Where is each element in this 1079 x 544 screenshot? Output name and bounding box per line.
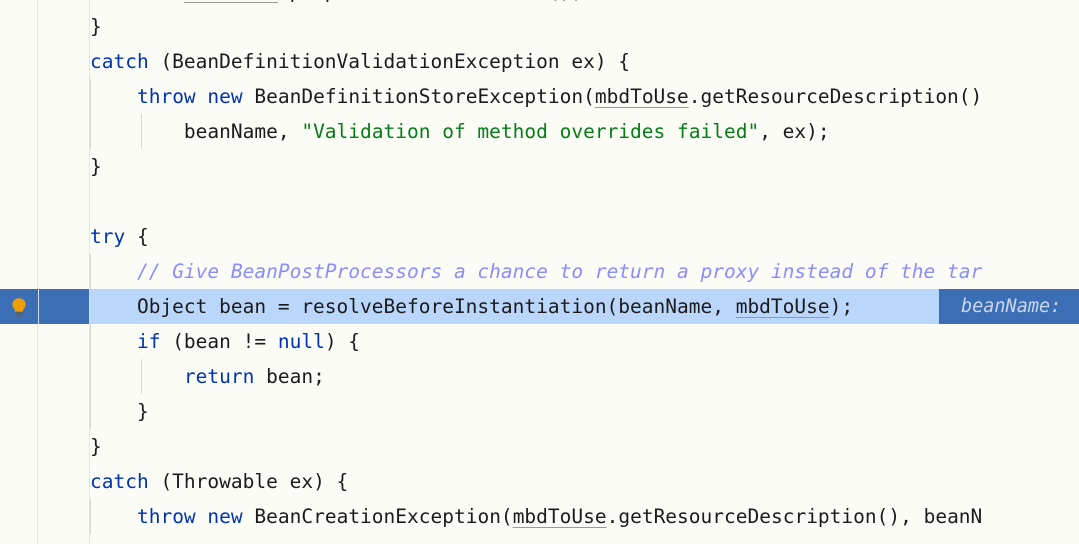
code-token-plain: }	[90, 155, 102, 178]
code-line-text[interactable]: }	[90, 9, 102, 44]
code-token-kw: new	[207, 85, 243, 108]
intention-actions-button[interactable]	[0, 289, 38, 324]
code-line[interactable]: beanName, "Validation of method override…	[0, 114, 1079, 149]
code-line[interactable]: Object bean = resolveBeforeInstantiation…	[0, 289, 1079, 324]
code-token-kw: return	[183, 365, 255, 388]
code-token-plain: bean;	[254, 365, 325, 388]
code-token-str: "Validation of method overrides failed"	[301, 120, 760, 143]
inline-debugger-hint[interactable]: beanName:	[939, 289, 1079, 324]
code-line[interactable]: }	[0, 149, 1079, 184]
code-token-kw: throw	[136, 85, 196, 108]
code-line-text[interactable]: beanName, "Validation of method override…	[90, 114, 830, 149]
code-line[interactable]: throw new BeanDefinitionStoreException(m…	[0, 79, 1079, 114]
code-token-plain: }	[90, 15, 102, 38]
code-line-text[interactable]: }	[90, 149, 102, 184]
code-token-ref: mbdToUse	[735, 295, 830, 318]
code-line-text[interactable]: catch (BeanDefinitionValidationException…	[90, 44, 630, 79]
code-line-text[interactable]: // Give BeanPostProcessors a chance to r…	[90, 254, 982, 289]
code-line-text[interactable]: try {	[90, 219, 149, 254]
code-token-kw: if	[136, 330, 161, 353]
code-line-text[interactable]: }	[90, 429, 102, 464]
code-token-cmt: // Give BeanPostProcessors a chance to r…	[136, 260, 983, 283]
code-token-plain: );	[829, 295, 854, 318]
code-line[interactable]: }	[0, 9, 1079, 44]
code-token-ref: mbdToUse	[512, 505, 607, 528]
code-token-plain: .prepareMethodOverrides();	[278, 0, 583, 3]
code-token-kw: null	[277, 330, 325, 353]
code-token-kw: throw	[136, 505, 196, 528]
code-line[interactable]: catch (Throwable ex) {	[0, 464, 1079, 499]
code-line-text[interactable]: }	[90, 394, 149, 429]
code-line-text[interactable]: catch (Throwable ex) {	[90, 464, 348, 499]
code-editor-viewport[interactable]: mbdToUse.prepareMethodOverrides();}catch…	[0, 0, 1079, 544]
code-line[interactable]: throw new BeanCreationException(mbdToUse…	[0, 499, 1079, 534]
code-token-kw: catch	[90, 50, 149, 73]
code-token-kw: new	[207, 505, 243, 528]
code-line-text[interactable]: Object bean = resolveBeforeInstantiation…	[90, 289, 853, 324]
lightbulb-icon[interactable]	[9, 296, 29, 318]
code-token-plain: }	[90, 400, 149, 423]
code-line[interactable]: if (bean != null) {	[0, 324, 1079, 359]
code-token-plain: BeanCreationException(	[242, 505, 513, 528]
code-text-area[interactable]: mbdToUse.prepareMethodOverrides();}catch…	[0, 0, 1079, 544]
code-token-plain: (BeanDefinitionValidationException ex) {	[148, 50, 631, 73]
code-line-text[interactable]: throw new BeanCreationException(mbdToUse…	[90, 499, 982, 534]
code-line[interactable]: return bean;	[0, 359, 1079, 394]
code-line[interactable]: catch (BeanDefinitionValidationException…	[0, 44, 1079, 79]
code-token-plain: , ex);	[759, 120, 830, 143]
code-token-plain: .getResourceDescription()	[688, 85, 983, 108]
code-token-ref: mbdToUse	[184, 0, 278, 3]
code-token-ref: mbdToUse	[594, 85, 689, 108]
code-token-plain: .getResourceDescription(), beanN	[606, 505, 983, 528]
code-token-plain: Object bean = resolveBeforeInstantiation…	[90, 295, 736, 318]
code-line[interactable]	[0, 184, 1079, 219]
code-token-plain: }	[90, 435, 102, 458]
code-token-plain: ) {	[324, 330, 361, 353]
code-token-plain: {	[125, 225, 149, 248]
code-line[interactable]: }	[0, 394, 1079, 429]
code-line-text[interactable]: mbdToUse.prepareMethodOverrides();	[90, 0, 583, 9]
code-line-text[interactable]: return bean;	[90, 359, 325, 394]
code-token-plain: BeanDefinitionStoreException(	[242, 85, 595, 108]
code-token-plain: (bean !=	[160, 330, 278, 353]
code-line[interactable]: try {	[0, 219, 1079, 254]
code-line-text[interactable]: throw new BeanDefinitionStoreException(m…	[90, 79, 982, 114]
code-line[interactable]: mbdToUse.prepareMethodOverrides();	[0, 0, 1079, 9]
code-line-text[interactable]: if (bean != null) {	[90, 324, 360, 359]
code-token-kw: try	[90, 225, 126, 248]
code-token-kw: catch	[90, 470, 149, 493]
code-token-plain: (Throwable ex) {	[148, 470, 349, 493]
code-line[interactable]: }	[0, 429, 1079, 464]
code-token-plain: beanName,	[90, 120, 302, 143]
code-line[interactable]: // Give BeanPostProcessors a chance to r…	[0, 254, 1079, 289]
